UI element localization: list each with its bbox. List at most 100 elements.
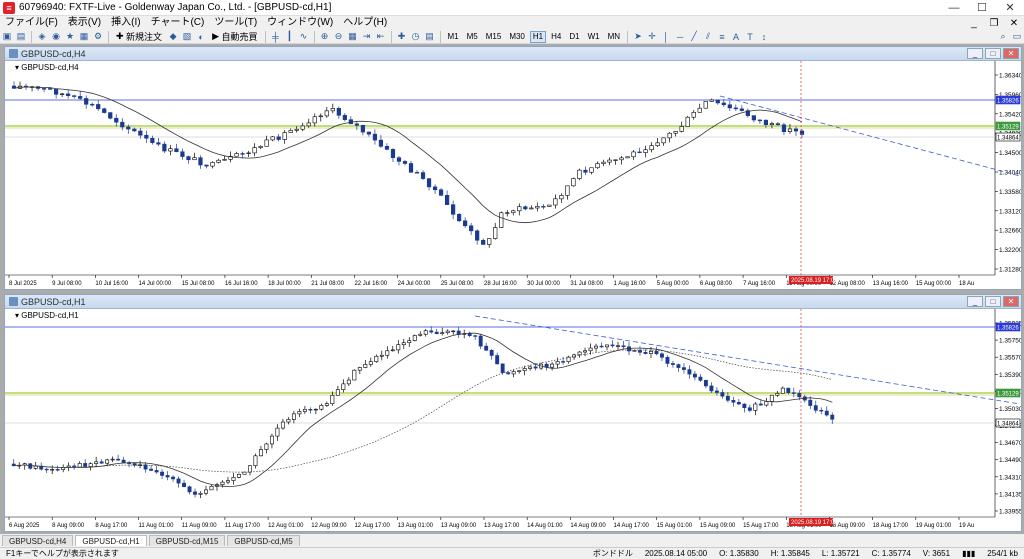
candle-body [346,379,351,385]
zoom-out-icon[interactable]: ⊖ [333,31,345,43]
terminal-icon[interactable]: ▦ [78,31,90,43]
book-icon[interactable]: ▧ [181,31,193,43]
timeframe-m15[interactable]: M15 [483,31,505,43]
candle-body [616,345,620,347]
zoom-in-icon[interactable]: ⊕ [319,31,331,43]
navigator-icon[interactable]: ★ [64,31,76,43]
maximize-icon[interactable]: ☐ [968,0,996,16]
status-high: H: 1.35845 [770,549,810,558]
candle-body [769,123,775,125]
candle-body [720,392,725,397]
tester-icon[interactable]: ⚙ [92,31,104,43]
chart-maximize-icon[interactable]: □ [985,48,1001,59]
app-logo-icon: ≡ [3,1,15,14]
menu-file[interactable]: ファイル(F) [0,16,63,30]
market-watch-icon[interactable]: ◈ [36,31,48,43]
tab-gbpusd-h4[interactable]: GBPUSD-cd,H4 [2,535,74,546]
signals-icon[interactable]: ◐ [195,31,207,43]
trendline-icon[interactable]: ╱ [688,31,700,43]
candle-body [258,146,263,148]
chart-window-h1[interactable]: GBPUSD-cd,H1 _ □ ✕ ▾ GBPUSD-cd,H11.35925… [4,294,1022,532]
menu-view[interactable]: 表示(V) [63,16,106,30]
timeframe-d1[interactable]: D1 [566,31,582,43]
separator [627,30,629,43]
timeframe-h1[interactable]: H1 [529,30,547,43]
menu-help[interactable]: ヘルプ(H) [338,16,392,30]
candle-body [670,363,675,365]
chart-window-titlebar[interactable]: GBPUSD-cd,H4 _ □ ✕ [5,47,1021,61]
chat-icon[interactable]: ▭ [1011,31,1023,43]
vertical-line-icon[interactable]: │ [660,31,672,43]
chart-minimize-icon[interactable]: _ [967,296,983,307]
menu-chart[interactable]: チャート(C) [146,16,210,30]
candle-body [132,128,137,132]
profiles-icon[interactable]: ▤ [15,31,27,43]
candlestick-icon[interactable]: ┃ [284,31,296,43]
indicators-icon[interactable]: ✚ [396,31,408,43]
templates-icon[interactable]: ▤ [424,31,436,43]
metaeditor-icon[interactable]: ◆ [167,31,179,43]
price-chart-h4[interactable]: ▾ GBPUSD-cd,H41.363401.359601.354201.349… [5,61,1021,289]
tab-gbpusd-m15[interactable]: GBPUSD-cd,M15 [148,535,226,546]
chart-window-titlebar[interactable]: GBPUSD-cd,H1 _ □ ✕ [5,295,1021,309]
autoscroll-icon[interactable]: ⇥ [361,31,373,43]
tab-gbpusd-m5[interactable]: GBPUSD-cd,M5 [227,535,300,546]
timeframe-m5[interactable]: M5 [464,31,481,43]
chart-shift-icon[interactable]: ⇤ [375,31,387,43]
chart-close-icon[interactable]: ✕ [1003,296,1019,307]
search-icon[interactable]: ⌕ [997,31,1009,43]
tab-gbpusd-h1[interactable]: GBPUSD-cd,H1 [75,535,147,546]
timeframe-mn[interactable]: MN [605,31,623,43]
timeframe-m30[interactable]: M30 [506,31,528,43]
candle-body [149,468,154,471]
label-icon[interactable]: T [744,31,756,43]
candle-body [698,376,703,381]
crosshair-icon[interactable]: ✛ [646,31,658,43]
chart-minimize-icon[interactable]: _ [967,48,983,59]
timeframe-m1[interactable]: M1 [445,31,462,43]
timeframe-h4[interactable]: H4 [548,31,564,43]
bar-chart-icon[interactable]: ╪ [270,31,282,43]
auto-trade-button[interactable]: ▶ 自動売買 [209,31,260,43]
close-icon[interactable]: ✕ [996,0,1024,16]
separator [31,30,32,43]
candle-body [813,405,818,411]
text-icon[interactable]: A [730,31,742,43]
candle-body [661,137,666,144]
status-traffic: 254/1 kb [987,549,1018,558]
child-close-icon[interactable]: ✕ [1004,18,1024,29]
chart-symbol-label: ▾ GBPUSD-cd,H1 [15,311,79,320]
minimize-icon[interactable]: — [940,0,968,16]
menu-window[interactable]: ウィンドウ(W) [262,16,338,30]
channel-icon[interactable]: ⫽ [702,31,714,43]
line-chart-icon[interactable]: ∿ [298,31,310,43]
tile-icon[interactable]: ▦ [347,31,359,43]
timeframe-w1[interactable]: W1 [585,31,603,43]
chart-maximize-icon[interactable]: □ [985,296,1001,307]
candle-body [727,104,732,109]
candle-body [535,206,540,209]
child-minimize-icon[interactable]: _ [964,18,984,29]
menu-insert[interactable]: 挿入(I) [106,16,145,30]
candle-body [775,123,781,126]
status-profile[interactable]: ボンドドル [587,548,639,559]
horizontal-line-icon[interactable]: ─ [674,31,686,43]
candle-body [703,380,708,387]
candle-body [302,409,307,412]
new-order-button[interactable]: ✚ 新規注文 [113,31,165,43]
periods-icon[interactable]: ◷ [410,31,422,43]
menu-tools[interactable]: ツール(T) [209,16,262,30]
cursor-icon[interactable]: ➤ [632,31,644,43]
chart-close-icon[interactable]: ✕ [1003,48,1019,59]
fibonacci-icon[interactable]: ≡ [716,31,728,43]
child-restore-icon[interactable]: ❐ [984,18,1004,29]
price-chart-h1[interactable]: ▾ GBPUSD-cd,H11.359251.357501.355701.353… [5,309,1021,531]
candle-body [775,393,780,396]
time-tick-label: 11 Aug 01:00 [139,523,175,529]
candle-body [234,153,239,157]
new-chart-icon[interactable]: ▣ [1,31,13,43]
chart-window-h4[interactable]: GBPUSD-cd,H4 _ □ ✕ ▾ GBPUSD-cd,H4 1.36340… [4,46,1022,290]
data-window-icon[interactable]: ◉ [50,31,62,43]
arrows-icon[interactable]: ↕ [758,31,770,43]
candle-body [270,136,275,141]
